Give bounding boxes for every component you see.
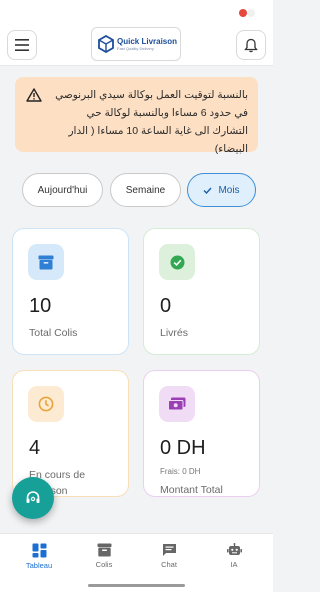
filter-month-button[interactable]: Mois bbox=[187, 173, 256, 207]
dashboard-icon bbox=[32, 543, 46, 558]
filter-today-button[interactable]: Aujourd'hui bbox=[22, 173, 103, 207]
filter-today-label: Aujourd'hui bbox=[37, 184, 88, 196]
nav-label-ia: IA bbox=[230, 560, 238, 569]
check-icon bbox=[203, 187, 212, 194]
archive-icon-wrap bbox=[28, 244, 64, 280]
delivered-label: Livrés bbox=[160, 327, 189, 339]
nav-item-tableau[interactable]: Tableau bbox=[9, 543, 69, 570]
nav-label-chat: Chat bbox=[161, 560, 177, 569]
top-header: Quick Livraison Fast Quality Delivery bbox=[0, 24, 273, 66]
warning-icon bbox=[26, 88, 42, 102]
clock-icon bbox=[38, 396, 54, 412]
check-circle-icon bbox=[170, 255, 184, 269]
notification-dot bbox=[239, 9, 247, 17]
chat-icon bbox=[162, 544, 176, 556]
total-colis-card[interactable]: 10 Total Colis bbox=[12, 228, 129, 355]
archive-icon bbox=[38, 255, 54, 269]
amount-value: 0 DH bbox=[160, 437, 206, 459]
nav-item-ia[interactable]: IA bbox=[204, 543, 264, 569]
total-colis-label: Total Colis bbox=[29, 327, 78, 339]
check-circle-icon-wrap bbox=[159, 244, 195, 280]
support-fab-button[interactable] bbox=[12, 477, 54, 519]
delivered-value: 0 bbox=[160, 295, 172, 317]
total-colis-value: 10 bbox=[29, 295, 52, 317]
delivered-card[interactable]: 0 Livrés bbox=[143, 228, 260, 355]
hamburger-icon bbox=[15, 39, 29, 51]
amount-label: Montant Total bbox=[160, 484, 223, 496]
filter-week-label: Semaine bbox=[125, 184, 166, 196]
amount-card[interactable]: 0 DH Frais: 0 DH Montant Total bbox=[143, 370, 260, 497]
logo-title: Quick Livraison bbox=[117, 37, 178, 46]
money-icon-wrap bbox=[159, 386, 195, 422]
filter-week-button[interactable]: Semaine bbox=[110, 173, 181, 207]
robot-icon bbox=[226, 543, 242, 555]
logo-subtitle: Fast Quality Delivery bbox=[117, 46, 154, 51]
work-hours-alert: بالنسبة لتوقيت العمل بوكالة سيدي البرنوص… bbox=[15, 77, 258, 155]
archive-icon bbox=[97, 543, 111, 557]
clock-icon-wrap bbox=[28, 386, 64, 422]
bell-icon bbox=[244, 38, 258, 52]
menu-button[interactable] bbox=[7, 30, 37, 60]
filter-month-label: Mois bbox=[218, 184, 240, 196]
app-logo: Quick Livraison Fast Quality Delivery bbox=[91, 27, 181, 61]
headset-icon bbox=[26, 491, 40, 503]
status-bar bbox=[0, 0, 273, 24]
nav-label-colis: Colis bbox=[95, 560, 113, 569]
in-progress-value: 4 bbox=[29, 437, 41, 459]
nav-label-tableau: Tableau bbox=[25, 561, 53, 570]
amount-fees: Frais: 0 DH bbox=[160, 467, 201, 476]
box-logo-icon bbox=[98, 35, 114, 53]
home-indicator bbox=[88, 584, 185, 587]
notifications-button[interactable] bbox=[236, 30, 266, 60]
alert-message: بالنسبة لتوقيت العمل بوكالة سيدي البرنوص… bbox=[55, 89, 248, 155]
nav-item-chat[interactable]: Chat bbox=[139, 543, 199, 569]
status-indicator bbox=[247, 9, 255, 17]
money-icon bbox=[168, 397, 186, 411]
nav-item-colis[interactable]: Colis bbox=[74, 543, 134, 569]
